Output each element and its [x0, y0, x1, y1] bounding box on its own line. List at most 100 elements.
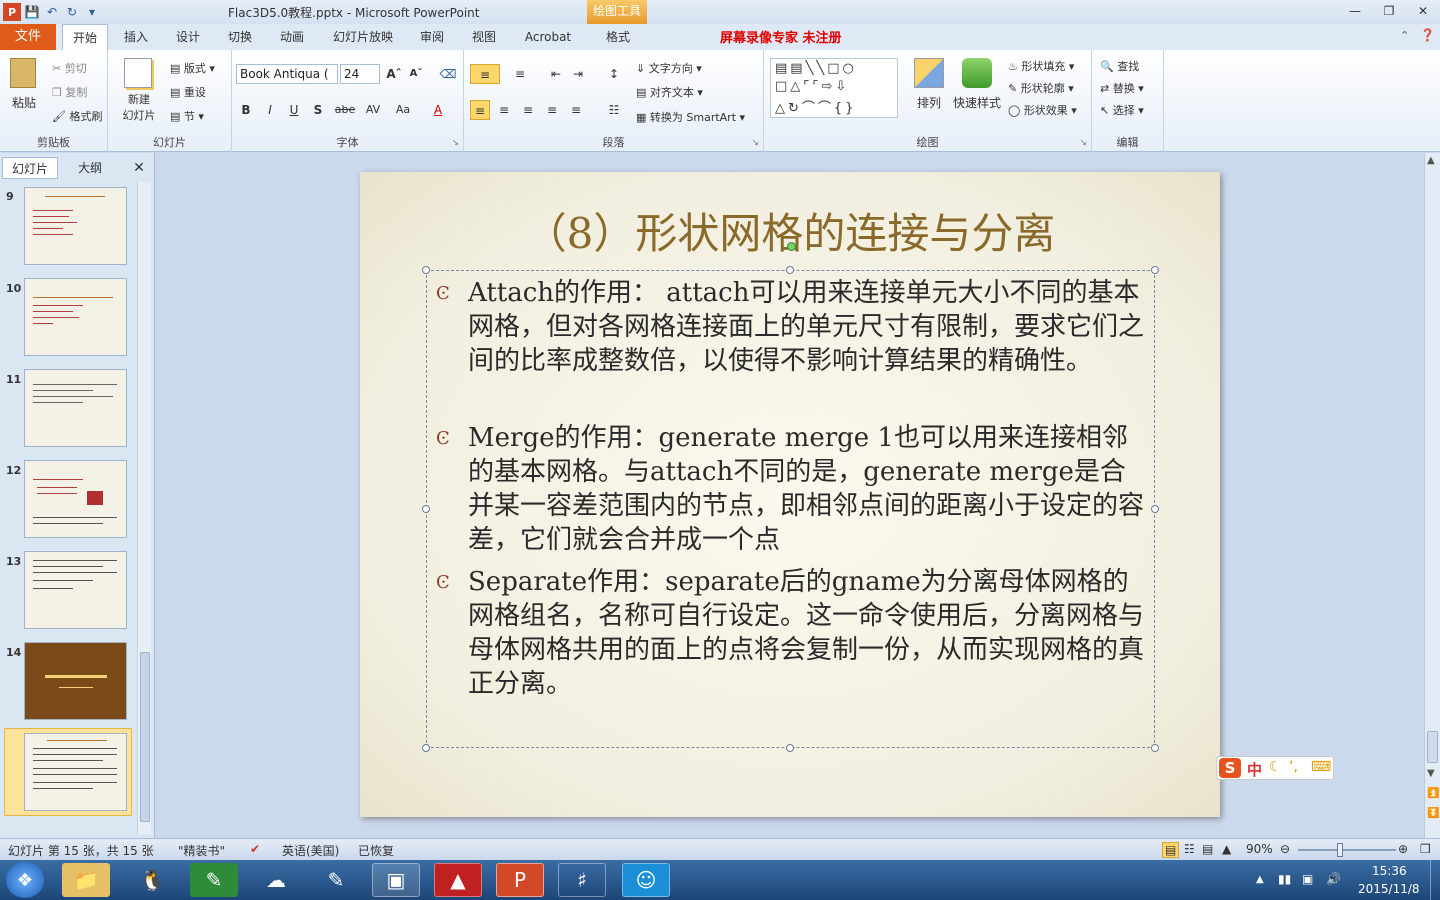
close-icon[interactable]: ✕	[1406, 0, 1440, 22]
select-button[interactable]: ↖ 选择 ▾	[1100, 102, 1144, 118]
zoom-slider-thumb[interactable]	[1337, 843, 1343, 857]
change-case-button[interactable]: Aa	[390, 100, 416, 120]
font-color-button[interactable]: A	[428, 100, 448, 120]
screen-recorder-icon[interactable]: ▣	[372, 863, 420, 897]
section-button[interactable]: ▤ 节 ▾	[170, 108, 204, 124]
flac3d-icon[interactable]: ♯	[558, 863, 606, 897]
next-slide-icon[interactable]: ⏬	[1427, 808, 1439, 819]
reading-view-icon[interactable]: ▤	[1202, 842, 1213, 856]
decrease-indent-icon[interactable]: ⇤	[546, 64, 566, 84]
notes-icon[interactable]: ✎	[312, 863, 360, 897]
grow-font-icon[interactable]: Aˆ	[384, 64, 404, 84]
columns-button[interactable]: ☷	[600, 100, 628, 120]
tab-view[interactable]: 视图	[464, 24, 504, 50]
normal-view-icon[interactable]: ▤	[1162, 842, 1180, 858]
resize-handle[interactable]	[422, 266, 430, 274]
scroll-down-icon[interactable]: ▼	[1427, 768, 1435, 779]
thumbnail-scrollbar[interactable]	[137, 182, 151, 834]
fit-slide-icon[interactable]: ❒	[1420, 842, 1431, 856]
quick-styles-button[interactable]: 快速样式	[950, 94, 1004, 111]
quick-styles-icon[interactable]	[962, 58, 992, 88]
tab-design[interactable]: 设计	[168, 24, 208, 50]
font-name-combo[interactable]: Book Antiqua (	[236, 64, 338, 84]
volume-icon[interactable]: 🔊	[1326, 872, 1341, 886]
cut-button[interactable]: ✂ 剪切	[52, 60, 87, 76]
slide-thumbnail-14[interactable]	[24, 642, 127, 720]
adobe-acrobat-icon[interactable]: ▲	[434, 863, 482, 897]
ime-mode-label[interactable]: 中	[1247, 759, 1262, 780]
power-icon[interactable]: ▣	[1302, 872, 1313, 886]
resize-handle[interactable]	[422, 744, 430, 752]
shape-fill-button[interactable]: ♨ 形状填充 ▾	[1008, 58, 1074, 74]
show-desktop-button[interactable]	[1430, 860, 1440, 900]
moon-icon[interactable]: ☾	[1269, 759, 1282, 775]
tab-transitions[interactable]: 切换	[220, 24, 260, 50]
undo-icon[interactable]: ↶	[43, 3, 61, 21]
slide-thumbnail-9[interactable]	[24, 187, 127, 265]
slide-title[interactable]: （8）形状网格的连接与分离	[360, 200, 1220, 261]
language-status[interactable]: 英语(美国)	[282, 842, 339, 859]
font-size-combo[interactable]: 24	[340, 64, 380, 84]
strikethrough-button[interactable]: abe	[332, 100, 358, 120]
zoom-out-icon[interactable]: ⊖	[1280, 842, 1290, 856]
clear-format-icon[interactable]: ⌫	[438, 64, 458, 84]
resize-handle[interactable]	[786, 266, 794, 274]
proofing-icon[interactable]: ✔	[250, 842, 260, 856]
thumbnail-scroll-thumb[interactable]	[140, 652, 150, 822]
slide-thumbnail-11[interactable]	[24, 369, 127, 447]
paragraph-dialog-launcher-icon[interactable]: ↘	[751, 138, 759, 148]
slide-vertical-scrollbar[interactable]: ▲ ▼ ⏫ ⏬	[1424, 153, 1440, 838]
tab-slides[interactable]: 幻灯片	[2, 157, 58, 179]
drawing-dialog-launcher-icon[interactable]: ↘	[1079, 138, 1087, 148]
paragraph-separate[interactable]: Separate作用：separate后的gname为分离母体网格的网格组名，名…	[468, 565, 1148, 701]
arrange-button[interactable]: 排列	[908, 94, 950, 111]
slide-sorter-icon[interactable]: ☷	[1184, 842, 1195, 856]
slideshow-view-icon[interactable]: ▲	[1222, 842, 1231, 856]
help-icon[interactable]: ❓	[1420, 28, 1435, 42]
paragraph-merge[interactable]: Merge的作用：generate merge 1也可以用来连接相邻的基本网格。…	[468, 421, 1148, 557]
bullets-button[interactable]: ≡	[470, 64, 500, 84]
slide-thumbnail-10[interactable]	[24, 278, 127, 356]
arrange-icon[interactable]	[914, 58, 944, 88]
resize-handle[interactable]	[1151, 744, 1159, 752]
previous-slide-icon[interactable]: ⏫	[1427, 788, 1439, 799]
punctuation-icon[interactable]: ‘,	[1289, 759, 1298, 775]
align-right-button[interactable]: ≡	[518, 100, 538, 120]
distributed-button[interactable]: ≡	[566, 100, 586, 120]
shadow-button[interactable]: S	[308, 100, 328, 120]
new-slide-button[interactable]: 新建 幻灯片	[114, 92, 164, 124]
text-direction-button[interactable]: ⇓ 文字方向 ▾	[636, 60, 702, 76]
zoom-in-icon[interactable]: ⊕	[1398, 842, 1408, 856]
resize-handle[interactable]	[786, 744, 794, 752]
clock-time[interactable]: 15:36	[1372, 864, 1407, 878]
convert-smartart-button[interactable]: ▦ 转换为 SmartArt ▾	[636, 109, 745, 125]
align-center-button[interactable]: ≡	[494, 100, 514, 120]
network-icon[interactable]: ▮▮	[1278, 872, 1291, 886]
evernote-icon[interactable]: ✎	[190, 863, 238, 897]
powerpoint-taskbar-icon[interactable]: P	[496, 863, 544, 897]
tab-outline[interactable]: 大纲	[62, 157, 118, 179]
keyboard-icon[interactable]: ⌨	[1311, 759, 1331, 775]
shrink-font-icon[interactable]: Aˇ	[406, 64, 426, 84]
layout-button[interactable]: ▤ 版式 ▾	[170, 60, 215, 76]
tab-insert[interactable]: 插入	[116, 24, 156, 50]
ime-toolbar[interactable]: S 中 ☾ ‘, ⌨	[1216, 756, 1334, 780]
resize-handle[interactable]	[422, 505, 430, 513]
collapse-ribbon-icon[interactable]: ⌃	[1400, 29, 1409, 42]
slide-scroll-thumb[interactable]	[1427, 731, 1438, 763]
format-painter-button[interactable]: 🖌 格式刷	[52, 108, 102, 124]
clock-date[interactable]: 2015/11/8	[1358, 882, 1420, 896]
messenger-icon[interactable]: ☺	[622, 863, 670, 897]
qq-icon[interactable]: 🐧	[128, 863, 176, 897]
slide-thumbnail-15[interactable]	[24, 733, 127, 811]
tab-review[interactable]: 审阅	[412, 24, 452, 50]
zoom-slider-track[interactable]	[1298, 849, 1396, 851]
tab-home[interactable]: 开始	[62, 24, 108, 50]
save-icon[interactable]: 💾	[23, 3, 41, 21]
baidu-netdisk-icon[interactable]: ☁	[252, 863, 300, 897]
tab-animations[interactable]: 动画	[272, 24, 312, 50]
paste-button[interactable]: 粘贴	[6, 94, 42, 111]
restore-icon[interactable]: ❐	[1372, 0, 1406, 22]
tab-format[interactable]: 格式	[592, 24, 644, 50]
shape-outline-button[interactable]: ✎ 形状轮廓 ▾	[1008, 80, 1074, 96]
